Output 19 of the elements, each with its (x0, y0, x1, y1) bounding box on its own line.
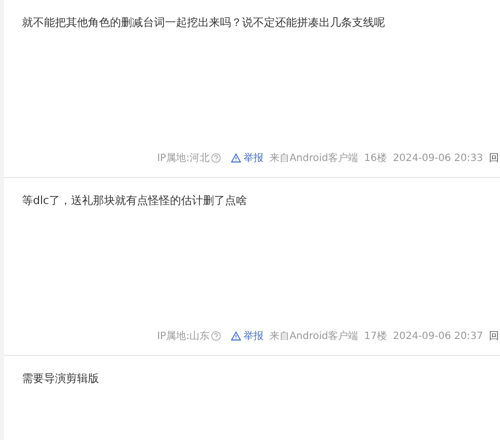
post-text: 就不能把其他角色的删减台词一起挖出来吗？说不定还能拼凑出几条支线呢 (22, 15, 386, 31)
reply-link[interactable]: 回 (489, 151, 499, 165)
ip-location: IP属地:山东 (157, 330, 210, 343)
client-source: 来自Android客户端 (269, 330, 358, 343)
floor-number: 16楼 (364, 152, 387, 165)
report-link[interactable]: 举报 (231, 329, 264, 343)
post-time: 2024-09-06 20:37 (392, 330, 483, 342)
reply-link[interactable]: 回 (489, 329, 499, 343)
post-text: 需要导演剪辑版 (22, 371, 100, 387)
warning-icon (231, 153, 242, 163)
ip-location: IP属地:河北 (157, 152, 210, 165)
help-icon[interactable] (211, 153, 222, 163)
client-source: 来自Android客户端 (269, 152, 358, 165)
warning-icon (231, 331, 242, 341)
post-time: 2024-09-06 20:33 (392, 152, 483, 164)
report-link[interactable]: 举报 (231, 151, 264, 165)
floor-number: 17楼 (364, 330, 387, 343)
help-icon[interactable] (211, 331, 222, 341)
post-text: 等dlc了，送礼那块就有点怪怪的估计删了点啥 (22, 193, 248, 209)
